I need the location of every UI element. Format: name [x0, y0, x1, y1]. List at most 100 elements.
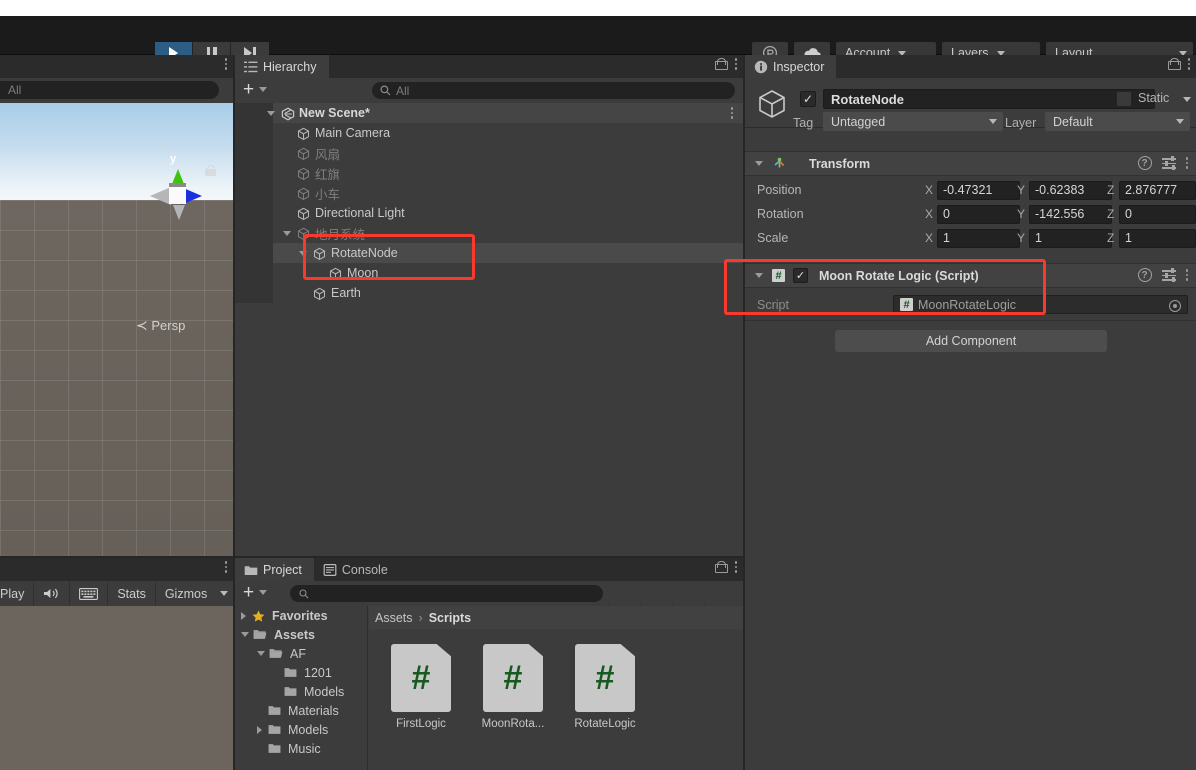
tag-dropdown[interactable]: Untagged — [823, 112, 1003, 131]
game-viewport[interactable] — [0, 606, 233, 770]
mute-audio-button[interactable] — [34, 581, 71, 606]
vertical-divider-right[interactable] — [743, 55, 745, 770]
tab-console[interactable]: Console — [314, 558, 400, 581]
project-folder-models[interactable]: Models — [235, 682, 367, 701]
hierarchy-add-button[interactable]: + — [243, 80, 268, 99]
hierarchy-item-[interactable]: 地月系统 — [235, 223, 743, 243]
kebab-icon[interactable] — [1185, 269, 1188, 281]
chevron-down-icon[interactable] — [299, 250, 307, 256]
scale-x-field[interactable]: 1 — [937, 228, 1020, 248]
vertical-divider-left[interactable] — [233, 55, 235, 770]
layer-dropdown[interactable]: Default — [1045, 112, 1190, 131]
kebab-icon[interactable] — [734, 58, 737, 70]
tab-inspector[interactable]: Inspector — [745, 55, 837, 78]
scene-viewport[interactable]: y ≺ Persp — [0, 103, 233, 558]
chevron-right-icon[interactable] — [241, 611, 248, 620]
position-x-field[interactable]: -0.47321 — [937, 180, 1020, 200]
lock-icon[interactable] — [205, 165, 216, 176]
chevron-down-icon[interactable] — [257, 651, 265, 656]
persp-text: Persp — [151, 318, 186, 333]
kebab-icon[interactable] — [224, 561, 227, 573]
project-search-input[interactable] — [290, 585, 603, 602]
scene-search-input[interactable]: All — [0, 81, 219, 99]
project-folder-models[interactable]: Models — [235, 720, 367, 739]
hierarchy-item-earth[interactable]: Earth — [235, 283, 743, 303]
tab-hierarchy[interactable]: Hierarchy — [235, 55, 329, 78]
project-folder-music[interactable]: Music — [235, 739, 367, 758]
position-y-field[interactable]: -0.62383 — [1029, 180, 1112, 200]
gizmo-axis-neg-y[interactable] — [173, 205, 185, 220]
chevron-down-icon[interactable] — [241, 632, 249, 637]
transform-rotation-row: Rotation X 0 Y -142.556 Z 0 — [745, 202, 1196, 226]
tab-project-label: Project — [263, 562, 302, 577]
add-component-button[interactable]: Add Component — [835, 330, 1107, 352]
hierarchy-item-directional-light[interactable]: Directional Light — [235, 203, 743, 223]
hierarchy-item-moon[interactable]: Moon — [235, 263, 743, 283]
maximize-on-play-button[interactable]: Play — [0, 581, 35, 606]
gameobject-name-field[interactable]: RotateNode — [823, 89, 1155, 109]
preset-icon[interactable] — [1161, 156, 1176, 170]
lock-icon[interactable] — [714, 561, 728, 573]
hierarchy-item-[interactable]: 风扇 — [235, 143, 743, 163]
project-folder-1201[interactable]: 1201 — [235, 663, 367, 682]
hierarchy-item-rotatenode[interactable]: RotateNode — [235, 243, 743, 263]
perspective-label[interactable]: ≺ Persp — [136, 317, 185, 334]
scene-view-tabbar — [0, 55, 233, 78]
chevron-down-icon[interactable] — [1183, 97, 1191, 102]
kebab-icon[interactable] — [224, 58, 227, 70]
script-enabled-checkbox[interactable]: ✓ — [793, 268, 808, 283]
stats-button[interactable]: Stats — [108, 581, 156, 606]
object-picker-icon[interactable] — [1169, 300, 1181, 312]
project-folder-af[interactable]: AF — [235, 644, 367, 663]
asset-item[interactable]: # MoonRota... — [475, 644, 551, 770]
script-object-field[interactable]: # MoonRotateLogic — [893, 295, 1188, 314]
help-icon[interactable]: ? — [1137, 156, 1152, 170]
kebab-icon[interactable] — [1185, 157, 1188, 169]
tab-project[interactable]: Project — [235, 558, 314, 581]
breadcrumb-item-scripts[interactable]: Scripts — [429, 611, 471, 625]
transform-component-header[interactable]: Transform ? — [745, 151, 1196, 176]
horizontal-divider[interactable] — [0, 556, 743, 558]
script-component-header[interactable]: # ✓ Moon Rotate Logic (Script) ? — [745, 263, 1196, 288]
chevron-down-icon[interactable] — [267, 110, 275, 116]
rotation-z-field[interactable]: 0 — [1119, 204, 1196, 224]
rotation-y-field[interactable]: -142.556 — [1029, 204, 1112, 224]
kebab-icon[interactable] — [734, 561, 737, 573]
static-checkbox[interactable] — [1116, 91, 1132, 107]
scene-view-gizmo[interactable]: y — [148, 153, 204, 221]
rotation-x-field[interactable]: 0 — [937, 204, 1020, 224]
gizmos-button[interactable]: Gizmos — [156, 581, 216, 606]
scale-z-field[interactable]: 1 — [1119, 228, 1196, 248]
hierarchy-item-main-camera[interactable]: Main Camera — [235, 123, 743, 143]
hierarchy-item-[interactable]: 小车 — [235, 183, 743, 203]
chevron-down-icon[interactable] — [755, 273, 763, 278]
asset-item[interactable]: # FirstLogic — [383, 644, 459, 770]
scale-y-field[interactable]: 1 — [1029, 228, 1112, 248]
gameobject-enabled-checkbox[interactable]: ✓ — [800, 91, 816, 107]
hierarchy-search-input[interactable]: All — [372, 82, 735, 99]
project-folder-assets[interactable]: Assets — [235, 625, 367, 644]
chevron-down-icon[interactable] — [755, 161, 763, 166]
position-z-field[interactable]: 2.876777 — [1119, 180, 1196, 200]
hierarchy-item-[interactable]: 红旗 — [235, 163, 743, 183]
preset-icon[interactable] — [1161, 268, 1176, 282]
breadcrumb-item-assets[interactable]: Assets — [375, 611, 413, 625]
scene-view-toolbar: All — [0, 78, 233, 103]
aspect-ratio-button[interactable] — [70, 581, 109, 606]
kebab-icon[interactable] — [1187, 58, 1190, 70]
kebab-icon[interactable] — [730, 107, 733, 119]
gizmos-dropdown[interactable] — [216, 581, 233, 606]
lock-icon[interactable] — [1167, 58, 1181, 70]
asset-item[interactable]: # RotateLogic — [567, 644, 643, 770]
chevron-right-icon[interactable] — [257, 725, 264, 734]
help-icon[interactable]: ? — [1137, 268, 1152, 282]
hierarchy-item-new-scene[interactable]: New Scene* — [235, 103, 743, 123]
project-folder-materials[interactable]: Materials — [235, 701, 367, 720]
gizmo-axis-neg-z[interactable] — [150, 187, 171, 205]
project-add-button[interactable]: + — [243, 583, 268, 602]
project-folder-favorites[interactable]: Favorites — [235, 606, 367, 625]
lock-icon[interactable] — [714, 58, 728, 70]
hierarchy-item-label: 风扇 — [315, 147, 341, 162]
project-folder-label: Materials — [288, 703, 339, 718]
chevron-down-icon[interactable] — [283, 230, 291, 236]
